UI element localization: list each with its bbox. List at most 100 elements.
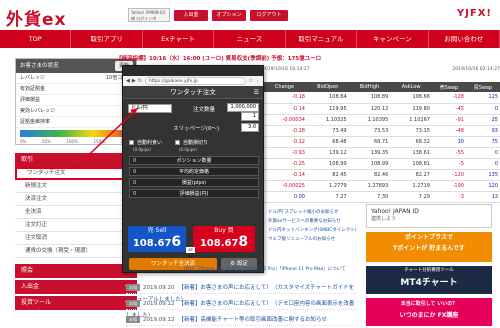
rate-cell: 30	[431, 136, 466, 148]
rate-row[interactable]: -0.00025 1.2779 1.27893 1.2719 -190 120	[262, 180, 500, 192]
notice-item[interactable]: ドル/円 スプレッド縮小のお知らせ	[268, 208, 358, 217]
main-nav: TOP 取引アプリ Exチャート ニュース 取引マニュアル キャンペーン お問い…	[0, 30, 500, 48]
currency-pair-select[interactable]: ドル/円	[128, 104, 172, 113]
section-deposit[interactable]: 入出金	[15, 280, 137, 294]
rate-cell: 73.15	[390, 125, 432, 137]
limit-pips-hint: (0.0pips)	[133, 147, 151, 152]
menu-icon[interactable]: ⋮	[255, 78, 260, 84]
popup-title: ワンタッチ注文 ☰	[123, 86, 263, 99]
buy-price-pip: 8	[238, 234, 249, 250]
logo[interactable]: 外貨ex	[6, 5, 67, 30]
points-banner[interactable]: ポイントプラスで Tポイントが 貯まるんです	[366, 232, 492, 262]
buy-button[interactable]: Buy 買 108.678	[193, 226, 255, 252]
slippage-input[interactable]: 3.0	[241, 123, 259, 132]
announcement-row[interactable]: お知 2019.09.12 【新着】高機能チャート等の取引画面改善に関するお知らせ	[126, 314, 356, 326]
section-inquiry[interactable]: 照会	[15, 264, 137, 278]
announcement-row[interactable]: お知 2019.09.20 【新着】お客さまの声にお応えして！（カスタマイズチャート…	[126, 282, 356, 303]
account-row: 評価損益0円	[16, 95, 136, 106]
menu-one-touch-order[interactable]: ワンタッチ注文	[15, 167, 137, 180]
window-titlebar	[123, 66, 263, 76]
back-icon[interactable]: ◀	[126, 78, 130, 84]
rate-row[interactable]: -0.93 139.12 139.35 138.61 -55 0	[262, 147, 500, 159]
row-label: 証拠金維持率	[20, 119, 51, 125]
menu-settle-all[interactable]: 全決済	[15, 206, 137, 219]
rate-cell: 1.27893	[348, 180, 391, 192]
rate-cell: 108.81	[390, 158, 432, 170]
col-header: AskLow	[390, 82, 432, 92]
sell-button[interactable]: 売 Sell 108.676	[128, 226, 186, 252]
announcement-date: 2019.09.12	[143, 301, 175, 307]
notice-item-wide[interactable]: [Pro]「iPhone 11」および「iPhone 11 Pro」「iPhon…	[184, 266, 364, 273]
nav-campaign[interactable]: キャンペーン	[357, 30, 429, 48]
rate-cell: 93	[465, 125, 500, 137]
nav-chart[interactable]: Exチャート	[143, 30, 215, 48]
spread-badge: SP 0.2	[186, 247, 195, 258]
rate-cell: 108.89	[348, 92, 391, 104]
pl-pips-label: 損益(pips)	[181, 180, 207, 186]
menu-new-order[interactable]: 新規注文	[15, 180, 137, 193]
fx-lesson-banner[interactable]: 本当に取引して いいの？ いつのまにか FX講座	[366, 298, 492, 326]
menu-cancel-order[interactable]: 注文取消	[15, 232, 137, 245]
nav-contact[interactable]: お問い合わせ	[429, 30, 500, 48]
auto-stop-checkbox[interactable]	[175, 140, 180, 145]
rate-row[interactable]: -0.18 108.84 108.89 108.66 -128 125	[262, 92, 500, 104]
quantity-unit-input[interactable]: 1	[241, 112, 259, 121]
brand-logo[interactable]: YJFX!	[457, 8, 492, 19]
economic-indicator-ticker[interactable]: 【経済指標】10/16（水）16:00 (ユーロ) 貿易収支(季調前) 予想：1…	[116, 53, 386, 65]
rate-row[interactable]: -0.25 108.99 108.99 108.81 -5 0	[262, 158, 500, 170]
row-label: レバレッジ	[20, 75, 46, 81]
auto-limit-checkbox[interactable]	[129, 140, 134, 145]
rate-row[interactable]: -0.14 119.95 120.12 119.80 -45 0	[262, 103, 500, 115]
announcement-title: 【新着】高機能チャート等の取引画面改善に関するお知らせ	[178, 317, 327, 323]
position-row: 0 ポジション数量	[129, 156, 259, 165]
rate-time-left: 2019/10/16 16:14:27	[262, 67, 310, 72]
menu-settle-order[interactable]: 決済注文	[15, 193, 137, 206]
section-trade[interactable]: 取引	[15, 153, 137, 167]
slippage-label: スリッページ(0〜)	[173, 126, 220, 132]
menu-currency-exchange[interactable]: 通貨の交換（現受・現渡）	[15, 245, 137, 258]
rate-row[interactable]: 0.00 7.27 7.30 7.29 -3 13	[262, 191, 500, 203]
logout-button[interactable]: ログアウト	[250, 10, 288, 21]
rate-cell: -0.18	[262, 92, 307, 104]
rate-cell: -0.00025	[262, 180, 307, 192]
star-icon[interactable]: ☆	[249, 78, 253, 84]
quantity-input[interactable]: 1,000,000	[227, 103, 259, 112]
yahoo-id-banner[interactable]: Yahoo! JAPAN ID 連携しよう	[366, 204, 492, 228]
deposit-button[interactable]: 入出金	[174, 10, 208, 21]
section-tools[interactable]: 投資ツール	[15, 296, 137, 310]
rate-cell: 1.10395	[348, 114, 391, 126]
row-label: 有効証拠金	[20, 86, 46, 92]
rate-cell: -0.12	[262, 136, 307, 148]
section-deposit-label: 入出金	[21, 283, 40, 290]
rate-cell: -45	[431, 103, 466, 115]
announcement-row[interactable]: お知 2019.09.12 【新着】お客さまの声にお応えして！（デモ口座内容の画面表…	[126, 298, 356, 319]
stop-pips-hint: (0.0pips)	[179, 147, 197, 152]
rate-cell: -0.00034	[262, 114, 307, 126]
account-row: 有効証拠金0円	[16, 84, 136, 95]
rate-cell: 0.00	[262, 191, 307, 203]
reload-icon[interactable]: ↻	[138, 78, 142, 84]
notice-item[interactable]: 外貨exサービスへの重要なお知らせ	[268, 217, 358, 226]
popup-menu-icon[interactable]: ☰	[254, 86, 259, 99]
rate-row[interactable]: -0.12 68.48 68.71 68.32 30 75	[262, 136, 500, 148]
rate-row[interactable]: -0.28 73.49 73.53 73.15 -48 93	[262, 125, 500, 137]
mt4-banner[interactable]: チャート分析専用ツール MT4チャート	[366, 266, 492, 294]
menu-modify-order[interactable]: 注文訂正	[15, 219, 137, 232]
sidebar: お客さまの状況 更新 レバレッジ10倍コース 有効証拠金0円 評価損益0円 実効…	[15, 58, 137, 310]
rates-header-row: Change BidOpen BidHigh AskLow 売Swap 買Swa…	[262, 82, 500, 92]
notice-item[interactable]: ドル円ネットバンキング(SMBCダイレクト)	[268, 226, 358, 235]
nav-news[interactable]: ニュース	[214, 30, 286, 48]
rate-row[interactable]: -0.14 82.45 82.46 82.27 -120 135	[262, 169, 500, 181]
rate-cell: -190	[431, 180, 466, 192]
rate-cell: 138.61	[390, 147, 432, 159]
popup-body: ドル/円 注文数量 1,000,000 1 スリッページ(0〜) 3.0 自動利…	[123, 99, 263, 274]
url-field[interactable]: https://gaikaex.yjfx.jp	[144, 77, 246, 85]
scale-tick: 150%	[93, 139, 105, 144]
forward-icon[interactable]: ▶	[132, 78, 136, 84]
nav-top[interactable]: TOP	[0, 30, 72, 48]
nav-trading-app[interactable]: 取引アプリ	[71, 30, 143, 48]
rate-row[interactable]: -0.00034 1.10325 1.10395 1.10267 -91 25	[262, 114, 500, 126]
nav-manual[interactable]: 取引マニュアル	[286, 30, 358, 48]
options-button[interactable]: オプション	[212, 10, 246, 21]
notice-item[interactable]: ウェブ版リニューアルのお知らせ	[268, 235, 358, 244]
